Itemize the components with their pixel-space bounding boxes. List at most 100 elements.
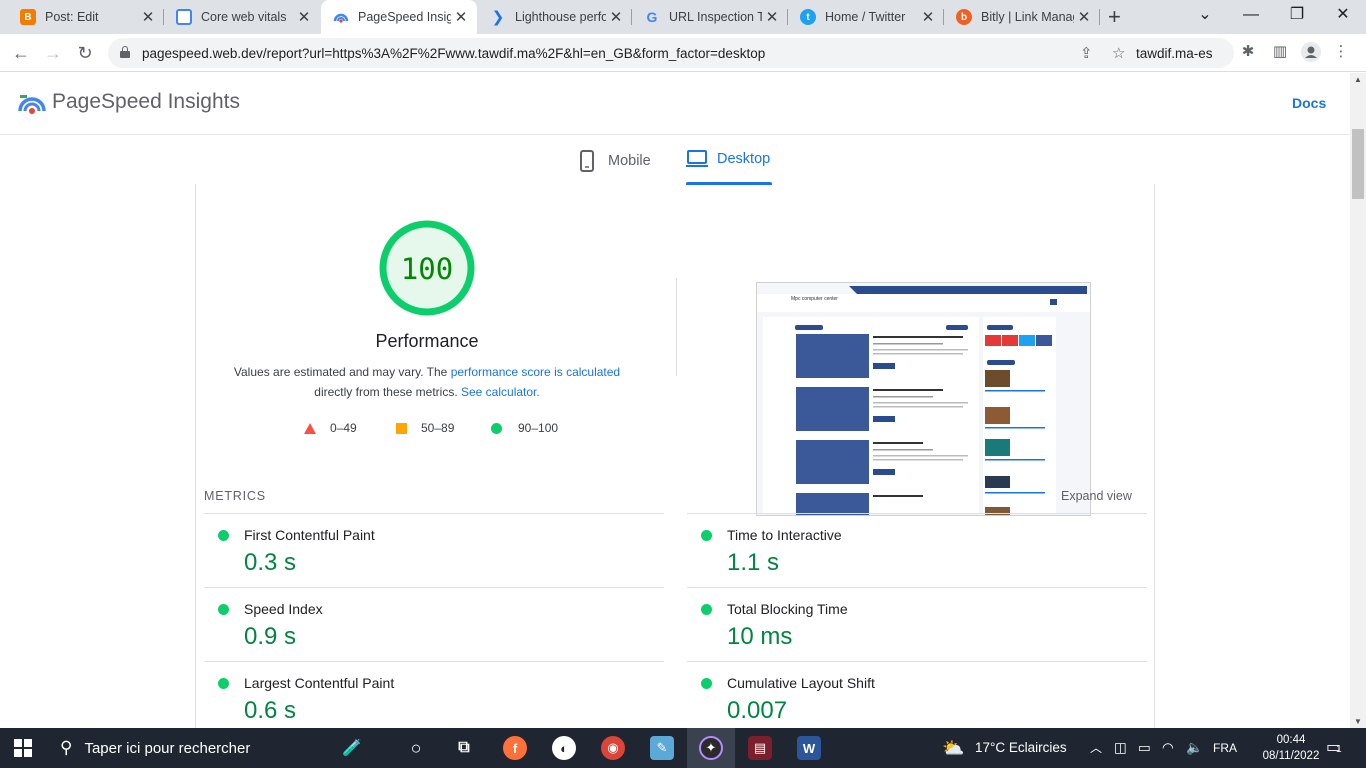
calculator-link[interactable]: See calculator. <box>461 385 540 399</box>
red-triangle-icon <box>304 422 316 434</box>
google-icon: G <box>646 9 658 25</box>
mobile-phone-icon <box>580 150 594 172</box>
tab-twitter[interactable]: t Home / Twitter ✕ <box>788 0 944 34</box>
notification-count: 1 <box>1336 744 1342 755</box>
back-arrow-icon[interactable]: ← <box>8 40 34 66</box>
close-tab-icon[interactable]: ✕ <box>606 8 626 26</box>
desktop-monitor-icon <box>686 150 708 167</box>
bookmark-star-icon[interactable]: ☆ <box>1112 44 1125 62</box>
search-highlight-icon: 🧪 <box>342 740 362 757</box>
site-thumbnail-image: Mpc computer center <box>757 283 1090 515</box>
pass-circle-icon <box>701 678 712 689</box>
performance-label: Performance <box>375 331 479 351</box>
docs-link[interactable]: Docs <box>1292 95 1326 111</box>
language-indicator[interactable]: FRA <box>1213 728 1237 768</box>
blogger-icon: B <box>20 9 36 25</box>
close-tab-icon[interactable]: ✕ <box>1074 8 1094 26</box>
meet-now-icon[interactable]: ◫ <box>1114 728 1127 768</box>
url-text: pagespeed.web.dev/report?url=https%3A%2F… <box>142 46 766 61</box>
windows-start-icon[interactable] <box>14 739 32 757</box>
final-screenshot: Mpc computer center <box>756 282 1091 516</box>
winrar-icon[interactable]: ▤ <box>748 736 772 760</box>
metrics-heading: METRICS <box>204 489 266 503</box>
close-tab-icon[interactable]: ✕ <box>138 8 158 26</box>
tab-core-web-vitals[interactable]: Core web vitals ✕ <box>164 0 320 34</box>
tab-post-edit[interactable]: B Post: Edit ✕ <box>8 0 164 34</box>
tab-desktop[interactable]: Desktop <box>686 150 772 185</box>
chevron-up-icon[interactable]: ︿ <box>1090 728 1102 768</box>
report-card: 100 Performance Values are estimated and… <box>195 184 1155 728</box>
tab-lighthouse[interactable]: ❯ Lighthouse performance ✕ <box>478 0 632 34</box>
minimize-button[interactable]: — <box>1228 0 1274 34</box>
menu-icon[interactable]: ⋮ <box>1330 42 1352 64</box>
metric-speed-index: Speed Index 0.9 s <box>204 587 664 661</box>
taskbar-search-box[interactable]: ⚲ Taper ici pour rechercher <box>48 728 318 768</box>
extensions-icon[interactable]: ✱ <box>1237 42 1259 64</box>
scroll-up-arrow-icon[interactable]: ▲ <box>1354 75 1362 84</box>
page-scrollbar[interactable]: ▲ ▼ <box>1350 73 1366 728</box>
firefox-icon[interactable]: f <box>503 736 527 760</box>
expand-view-button[interactable]: Expand view <box>1061 489 1132 503</box>
performance-score: 100 <box>400 252 454 286</box>
side-panel-icon[interactable]: ▥ <box>1269 42 1291 64</box>
orange-square-icon <box>396 422 407 434</box>
close-window-button[interactable]: ✕ <box>1320 0 1366 34</box>
browser-toolbar: ← → ↻ pagespeed.web.dev/report?url=https… <box>0 34 1366 72</box>
cortana-icon[interactable]: ○ <box>404 736 428 760</box>
clock[interactable]: 00:44 08/11/2022 <box>1262 732 1320 764</box>
tab-url-inspection[interactable]: G URL Inspection Tool ✕ <box>632 0 788 34</box>
avatar[interactable] <box>1300 42 1322 64</box>
battery-icon[interactable]: ▭ <box>1138 728 1151 768</box>
close-tab-icon[interactable]: ✕ <box>918 8 938 26</box>
chrome-icon[interactable]: ◉ <box>601 736 625 760</box>
pass-circle-icon <box>218 604 229 615</box>
webvitals-icon <box>176 9 192 25</box>
divider <box>676 278 677 376</box>
restore-button[interactable]: ❐ <box>1274 0 1320 34</box>
device-tabs: Mobile Desktop <box>0 136 1350 185</box>
share-icon[interactable]: ⇪ <box>1080 44 1093 62</box>
profile-label[interactable]: tawdif.ma-es <box>1136 46 1213 61</box>
legend-fail: 0–49 <box>304 421 357 435</box>
close-tab-icon[interactable]: ✕ <box>762 8 782 26</box>
score-calculation-link[interactable]: performance score is calculated <box>451 365 620 379</box>
pass-circle-icon <box>701 530 712 541</box>
browser-tab-strip: B Post: Edit ✕ Core web vitals ✕ PageSpe… <box>0 0 1366 34</box>
weather-text[interactable]: 17°C Eclaircies <box>975 728 1067 768</box>
scroll-down-arrow-icon[interactable]: ▼ <box>1354 717 1362 726</box>
page-title: PageSpeed Insights <box>52 90 240 113</box>
legend-pass: 90–100 <box>491 421 558 435</box>
new-tab-button[interactable]: + <box>1108 4 1121 30</box>
pass-circle-icon <box>218 678 229 689</box>
creative-app-icon[interactable]: ✦ <box>699 736 723 760</box>
word-icon[interactable]: W <box>797 736 821 760</box>
scrollbar-thumb[interactable] <box>1352 129 1364 199</box>
tab-bitly[interactable]: b Bitly | Link Management ✕ <box>944 0 1100 34</box>
media-app-icon[interactable]: ◐ <box>552 736 576 760</box>
pass-circle-icon <box>701 604 712 615</box>
reload-icon[interactable]: ↻ <box>72 40 98 66</box>
metric-time-to-interactive: Time to Interactive 1.1 s <box>687 513 1147 587</box>
metric-first-contentful-paint: First Contentful Paint 0.3 s <box>204 513 664 587</box>
pass-circle-icon <box>218 530 229 541</box>
tab-pagespeed-insights[interactable]: PageSpeed Insights ✕ <box>321 0 477 34</box>
tab-mobile[interactable]: Mobile <box>580 150 651 172</box>
lighthouse-icon: ❯ <box>491 9 505 26</box>
wifi-icon[interactable]: ◠ <box>1162 728 1174 768</box>
weather-cloud-icon[interactable]: ⛅ <box>942 728 964 768</box>
thumbnail-site-name: Mpc computer center <box>791 296 838 302</box>
lock-icon <box>120 46 130 58</box>
notepad-icon[interactable]: ✎ <box>650 736 674 760</box>
volume-icon[interactable]: 🔈 <box>1186 728 1203 768</box>
task-view-icon[interactable]: ⧉ <box>452 736 476 760</box>
tab-search-icon[interactable]: ⌄ <box>1182 0 1228 34</box>
psi-header: PageSpeed Insights Docs <box>0 73 1350 135</box>
address-bar[interactable]: pagespeed.web.dev/report?url=https%3A%2F… <box>108 38 1234 68</box>
forward-arrow-icon[interactable]: → <box>40 40 66 66</box>
close-tab-icon[interactable]: ✕ <box>451 8 471 26</box>
close-tab-icon[interactable]: ✕ <box>294 8 314 26</box>
metric-total-blocking-time: Total Blocking Time 10 ms <box>687 587 1147 661</box>
score-description: Values are estimated and may vary. The p… <box>233 365 621 399</box>
metric-largest-contentful-paint: Largest Contentful Paint 0.6 s <box>204 661 664 728</box>
search-icon: ⚲ <box>60 738 73 757</box>
